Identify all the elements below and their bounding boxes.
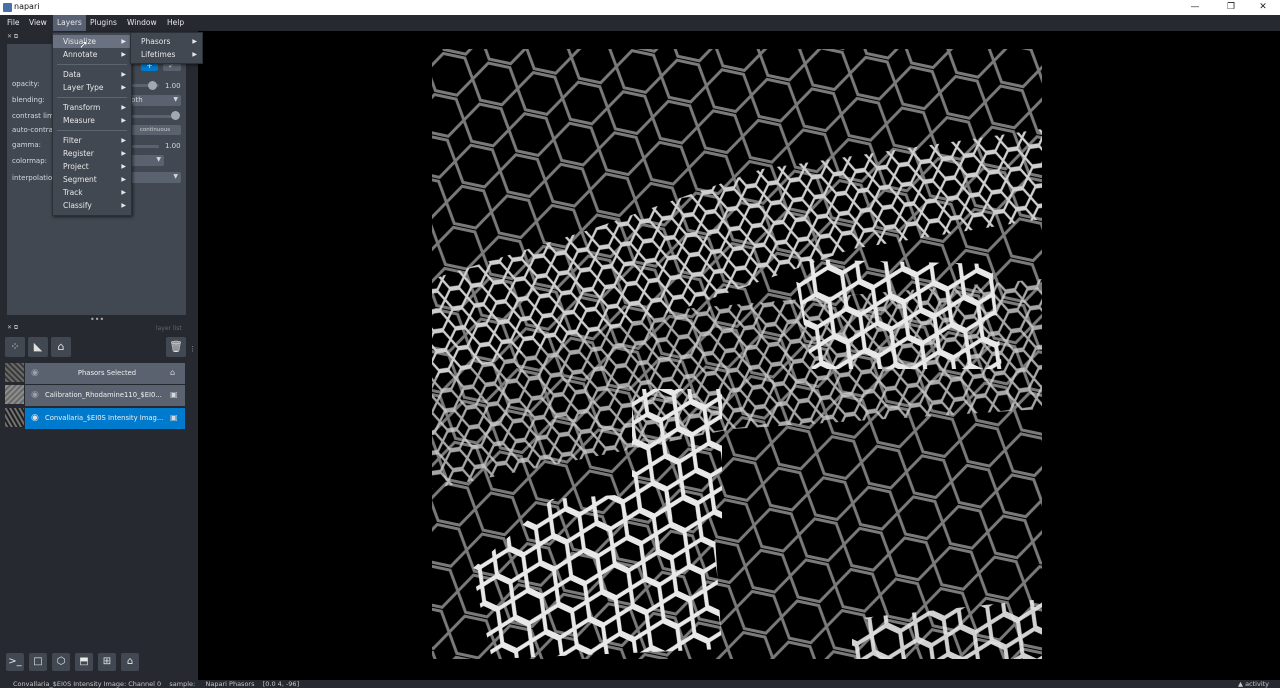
menu-bar: File View Layers Plugins Window Help <box>0 15 1280 31</box>
layer-row-calibration[interactable]: ◉ Calibration_Rhodamine110_$EI0... ▣ <box>25 385 185 406</box>
eye-icon[interactable]: ◉ <box>31 413 39 423</box>
microscopy-image <box>432 49 1042 659</box>
menu-window[interactable]: Window <box>123 15 161 31</box>
opacity-value: 1.00 <box>165 82 181 90</box>
contrast-limits-handle[interactable] <box>171 111 180 120</box>
opacity-slider-handle[interactable] <box>148 81 157 90</box>
delete-icon: 🗑 <box>169 340 183 353</box>
menu-item-classify[interactable]: Classify ▶ <box>53 199 131 212</box>
menu-help[interactable]: Help <box>163 15 188 31</box>
opacity-label: opacity: <box>12 80 40 88</box>
home-icon: ⌂ <box>126 656 134 667</box>
auto-contrast-label: auto-contras <box>12 126 57 134</box>
transpose-icon: ⬒ <box>79 656 89 667</box>
menu-item-transform[interactable]: Transform ▶ <box>53 101 131 114</box>
blending-value: pth <box>131 96 143 104</box>
image-icon: ▣ <box>170 413 178 422</box>
chevron-down-icon: ▼ <box>156 156 161 163</box>
close-button[interactable]: ✕ <box>1246 0 1280 15</box>
menu-plugins[interactable]: Plugins <box>86 15 121 31</box>
chevron-down-icon: ▼ <box>173 173 178 180</box>
roll-icon: ⬡ <box>56 656 66 667</box>
menu-item-project[interactable]: Project ▶ <box>53 160 131 173</box>
layer-thumbnail <box>5 363 24 382</box>
layers-menu: Visualize ▶ Annotate ▶ Data ▶ Layer Type ▶ T… <box>52 32 132 216</box>
gamma-value: 1.00 <box>165 142 181 150</box>
reset-view-button[interactable]: ⌂ <box>121 653 139 671</box>
console-icon: >_ <box>8 656 22 667</box>
menu-item-filter[interactable]: Filter ▶ <box>53 134 131 147</box>
interpolation-label: interpolation <box>12 174 57 182</box>
layer-thumbnail <box>5 385 24 404</box>
menu-item-lifetimes[interactable]: Lifetimes ▶ <box>131 48 202 61</box>
new-labels-layer-button[interactable]: ⌂ <box>51 337 71 357</box>
napari-app-icon <box>3 3 12 12</box>
menu-separator <box>57 130 127 131</box>
maximize-button[interactable]: ❐ <box>1214 0 1248 15</box>
layer-row-phasors-selected[interactable]: ◉ Phasors Selected ⌂ <box>25 363 185 384</box>
auto-contrast-continuous-button[interactable]: continuous <box>129 125 181 135</box>
dock-close-icon[interactable]: ✕ ⧉ <box>7 324 18 332</box>
menu-item-data[interactable]: Data ▶ <box>53 68 131 81</box>
gamma-slider[interactable] <box>129 145 159 148</box>
menu-item-layer-type[interactable]: Layer Type ▶ <box>53 81 131 94</box>
layer-name: Convallaria_$EI0S Intensity Imag... <box>45 414 164 422</box>
menu-item-segment[interactable]: Segment ▶ <box>53 173 131 186</box>
status-text: Convallaria_$EI0S Intensity Image: Chann… <box>13 680 300 688</box>
roll-dims-button[interactable]: ⬡ <box>52 653 70 671</box>
interpolation-dropdown[interactable]: ▼ <box>129 172 181 183</box>
splitter-handle[interactable]: ••• <box>90 315 104 324</box>
menu-item-phasors[interactable]: Phasors ▶ <box>131 35 202 48</box>
layer-name: Phasors Selected <box>77 369 137 377</box>
menu-item-register[interactable]: Register ▶ <box>53 147 131 160</box>
menu-layers[interactable]: Layers <box>53 15 86 31</box>
layer-thumbnail <box>5 408 24 427</box>
menu-item-track[interactable]: Track ▶ <box>53 186 131 199</box>
new-points-layer-button[interactable]: ⁘ <box>5 337 25 357</box>
delete-layer-button[interactable]: 🗑 <box>166 337 186 357</box>
contrast-limits-label: contrast limi <box>12 112 56 120</box>
window-title: napari <box>14 2 40 11</box>
activity-button[interactable]: ▲ activity <box>1238 680 1269 688</box>
contrast-limits-slider[interactable] <box>129 115 174 118</box>
chevron-down-icon: ▼ <box>173 96 178 103</box>
points-icon: ⁘ <box>10 340 20 353</box>
mouse-cursor-icon: ➚ <box>79 38 89 51</box>
colormap-dropdown[interactable]: ▼ <box>129 155 164 166</box>
window-title-bar: napari — ❐ ✕ <box>0 0 1280 15</box>
menu-item-visualize[interactable]: Visualize ▶ <box>53 35 131 48</box>
colormap-label: colormap: <box>12 157 48 165</box>
image-icon: ▣ <box>170 390 178 399</box>
viewer-canvas[interactable] <box>198 31 1280 680</box>
menu-separator <box>57 97 127 98</box>
menu-item-measure[interactable]: Measure ▶ <box>53 114 131 127</box>
menu-separator <box>57 64 127 65</box>
console-button[interactable]: >_ <box>6 653 24 671</box>
ndisplay-icon: □ <box>33 656 43 667</box>
transpose-button[interactable]: ⬒ <box>75 653 93 671</box>
grid-view-button[interactable]: ⊞ <box>98 653 116 671</box>
eye-icon[interactable]: ◉ <box>31 390 39 400</box>
eye-icon[interactable]: ◉ <box>31 368 39 378</box>
dock-close-icon[interactable]: ✕ ⧉ <box>7 33 18 41</box>
menu-file[interactable]: File <box>3 15 24 31</box>
gamma-label: gamma: <box>12 141 42 149</box>
minimize-button[interactable]: — <box>1178 0 1212 15</box>
new-shapes-layer-button[interactable]: ◣ <box>28 337 48 357</box>
menu-item-annotate[interactable]: Annotate ▶ <box>53 48 131 61</box>
status-bar: Convallaria_$EI0S Intensity Image: Chann… <box>0 680 1280 688</box>
ndisplay-button[interactable]: □ <box>29 653 47 671</box>
layer-name: Calibration_Rhodamine110_$EI0... <box>45 391 162 399</box>
more-options-icon[interactable]: ⋮ <box>189 345 196 353</box>
tag-icon: ⌂ <box>170 368 176 377</box>
grid-icon: ⊞ <box>102 656 112 667</box>
menu-view[interactable]: View <box>25 15 51 31</box>
layer-row-convallaria[interactable]: ◉ Convallaria_$EI0S Intensity Imag... ▣ <box>25 408 185 429</box>
shapes-icon: ◣ <box>33 340 43 353</box>
layer-list-title: layer list <box>156 325 182 332</box>
labels-icon: ⌂ <box>57 340 65 353</box>
blending-dropdown[interactable]: pth ▼ <box>129 95 181 106</box>
blending-label: blending: <box>12 96 45 104</box>
visualize-submenu: Phasors ▶ Lifetimes ▶ <box>130 32 203 64</box>
